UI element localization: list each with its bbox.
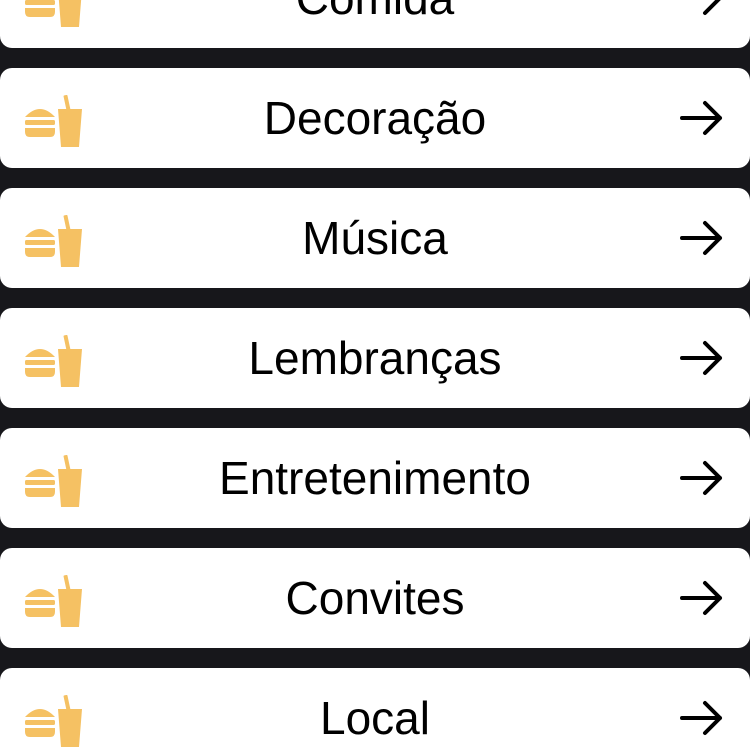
category-row-local[interactable]: Local <box>0 668 750 750</box>
category-label: Comida <box>90 0 660 48</box>
arrow-right-icon <box>680 701 722 735</box>
category-label: Música <box>302 212 448 264</box>
category-row-entretenimento[interactable]: Entretenimento <box>0 428 750 528</box>
category-row-convites[interactable]: Convites <box>0 548 750 648</box>
fast-food-icon <box>25 695 82 747</box>
category-label: Decoração <box>263 92 487 144</box>
fast-food-icon <box>25 575 82 627</box>
arrow-right-icon <box>680 341 722 375</box>
category-row-lembrancas[interactable]: Lembranças <box>0 308 750 408</box>
fast-food-icon <box>25 0 82 27</box>
fast-food-icon <box>25 335 82 387</box>
arrow-right-icon <box>680 581 722 615</box>
fast-food-icon <box>25 95 82 147</box>
arrow-right-icon <box>680 461 722 495</box>
category-row-musica[interactable]: Música <box>0 188 750 288</box>
category-label: Lembranças <box>248 332 502 384</box>
category-row-decoracao[interactable]: Decoração <box>0 68 750 168</box>
fast-food-icon <box>25 455 82 507</box>
arrow-right-icon <box>680 101 722 135</box>
fast-food-icon <box>25 215 82 267</box>
category-row-comida[interactable]: Comida <box>0 0 750 48</box>
arrow-right-icon <box>680 221 722 255</box>
category-label: Convites <box>285 572 465 624</box>
category-label: Local <box>320 692 430 744</box>
category-label: Entretenimento <box>219 452 531 504</box>
arrow-right-icon <box>682 0 721 15</box>
category-list: Comida Decoração Música <box>0 0 750 750</box>
